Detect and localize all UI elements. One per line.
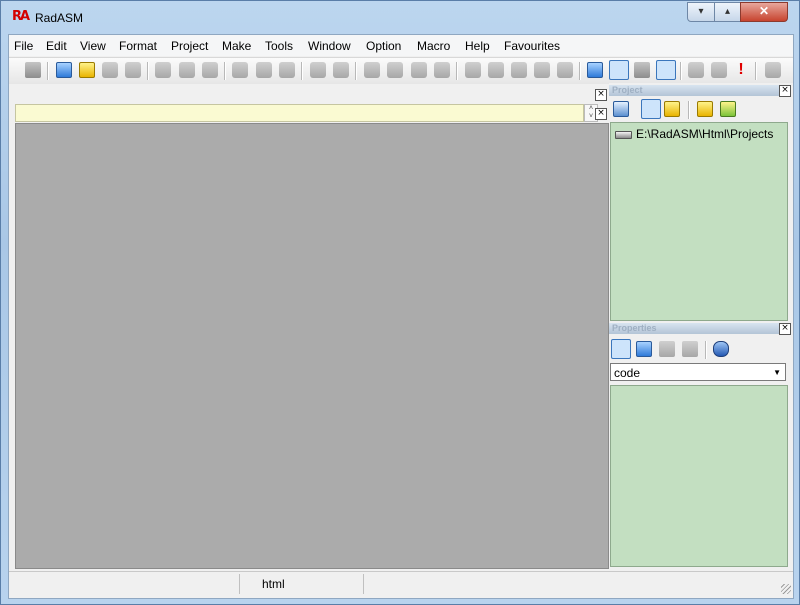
hint-bar xyxy=(15,104,584,122)
file-browser-icon[interactable] xyxy=(641,99,661,119)
properties-type-select[interactable]: code ▼ xyxy=(610,363,786,381)
structure-properties-icon[interactable] xyxy=(659,341,675,357)
menu-edit[interactable]: Edit xyxy=(46,39,67,53)
mdi-client-area[interactable] xyxy=(15,123,609,569)
toolbar-separator xyxy=(147,62,149,80)
redo-icon[interactable] xyxy=(256,62,272,78)
panel-separator xyxy=(705,341,707,359)
open-file-icon[interactable] xyxy=(79,62,95,78)
menu-bar: File Edit View Format Project Make Tools… xyxy=(9,35,793,56)
project-tree[interactable]: E:\RadASM\Html\Projects xyxy=(610,122,788,321)
run-icon[interactable]: ! xyxy=(733,62,749,78)
paste-icon[interactable] xyxy=(202,62,218,78)
uncomment-icon[interactable] xyxy=(557,62,573,78)
properties-list[interactable] xyxy=(610,385,788,567)
bookmark-clear-icon[interactable] xyxy=(434,62,450,78)
tree-item-path: E:\RadASM\Html\Projects xyxy=(636,127,774,141)
spin-down-icon[interactable]: ˅ xyxy=(589,113,593,120)
code-properties-icon[interactable] xyxy=(611,339,631,359)
properties-icon[interactable] xyxy=(609,60,629,80)
indent-icon[interactable] xyxy=(488,62,504,78)
save-all-icon[interactable] xyxy=(125,62,141,78)
minimize-button[interactable]: ▾ xyxy=(687,2,715,22)
tools-icon[interactable] xyxy=(634,62,650,78)
right-panel: Project × E:\RadASM\Html\Projects Proper… xyxy=(609,83,793,567)
properties-panel-close-icon[interactable]: × xyxy=(779,323,791,335)
menu-favourites[interactable]: Favourites xyxy=(504,39,560,53)
app-window: RA RadASM ▾ ▴ ✕ File Edit View Format Pr… xyxy=(0,0,800,605)
tree-item-root[interactable]: E:\RadASM\Html\Projects xyxy=(615,127,773,141)
toolbar-separator xyxy=(755,62,757,80)
assemble-icon[interactable] xyxy=(688,62,704,78)
delete-icon[interactable] xyxy=(279,62,295,78)
find-icon[interactable] xyxy=(310,62,326,78)
resize-grip-icon[interactable] xyxy=(781,584,791,594)
exit-icon[interactable] xyxy=(765,62,781,78)
panel-separator xyxy=(688,101,690,119)
toolbar-separator xyxy=(355,62,357,80)
cut-icon[interactable] xyxy=(155,62,171,78)
bookmark-next-icon[interactable] xyxy=(387,62,403,78)
project-panel-caption[interactable]: Project xyxy=(609,85,782,96)
status-cell-position xyxy=(9,574,240,594)
menu-make[interactable]: Make xyxy=(222,39,251,53)
replace-icon[interactable] xyxy=(333,62,349,78)
menu-window[interactable]: Window xyxy=(308,39,351,53)
outdent-icon[interactable] xyxy=(511,62,527,78)
bookmark-prev-icon[interactable] xyxy=(411,62,427,78)
comment-icon[interactable] xyxy=(534,62,550,78)
title-bar[interactable]: RA RadASM ▾ ▴ ✕ xyxy=(1,1,799,33)
save-icon[interactable] xyxy=(102,62,118,78)
project-panel-close-icon[interactable]: × xyxy=(779,85,791,97)
chevron-down-icon[interactable]: ▼ xyxy=(773,364,781,382)
toolbar-separator xyxy=(680,62,682,80)
close-button[interactable]: ✕ xyxy=(740,2,788,22)
copy-icon[interactable] xyxy=(179,62,195,78)
hint-bar-close-icon[interactable]: × xyxy=(595,108,607,120)
bookmark-toggle-icon[interactable] xyxy=(364,62,380,78)
toolbar-separator xyxy=(579,62,581,80)
print-icon[interactable] xyxy=(25,62,41,78)
spin-up-icon[interactable]: ˄ xyxy=(589,105,593,112)
menu-help[interactable]: Help xyxy=(465,39,490,53)
toolbar-separator xyxy=(47,62,49,80)
data-properties-icon[interactable] xyxy=(636,341,652,357)
drive-icon xyxy=(615,130,632,139)
undo-icon[interactable] xyxy=(232,62,248,78)
refresh-icon[interactable] xyxy=(713,341,729,357)
tab-strip: × xyxy=(9,84,609,102)
radasm-logo-icon: RA xyxy=(12,9,30,24)
menu-option[interactable]: Option xyxy=(366,39,401,53)
menu-tools[interactable]: Tools xyxy=(265,39,293,53)
status-cell-filetype: html xyxy=(240,574,364,594)
link-icon[interactable] xyxy=(711,62,727,78)
toolbar-separator xyxy=(456,62,458,80)
block-copy-icon[interactable] xyxy=(465,62,481,78)
macro-properties-icon[interactable] xyxy=(682,341,698,357)
main-toolbar: ! xyxy=(9,57,793,85)
project-view-icon[interactable] xyxy=(613,101,629,117)
menu-file[interactable]: File xyxy=(14,39,33,53)
menu-format[interactable]: Format xyxy=(119,39,157,53)
folder-up-icon[interactable] xyxy=(697,101,713,117)
menu-macro[interactable]: Macro xyxy=(417,39,450,53)
project-browser-icon[interactable] xyxy=(587,62,603,78)
open-project-icon[interactable] xyxy=(664,101,680,117)
tab-strip-close-icon[interactable]: × xyxy=(595,89,607,101)
window-title: RadASM xyxy=(35,11,84,25)
status-bar: html xyxy=(9,571,793,596)
toolbar-separator xyxy=(301,62,303,80)
menu-project[interactable]: Project xyxy=(171,39,208,53)
menu-view[interactable]: View xyxy=(80,39,106,53)
properties-panel-caption[interactable]: Properties xyxy=(609,323,782,334)
toolbar-separator xyxy=(224,62,226,80)
client-area: File Edit View Format Project Make Tools… xyxy=(8,34,794,599)
maximize-button[interactable]: ▴ xyxy=(714,2,741,22)
folder-forward-icon[interactable] xyxy=(720,101,736,117)
new-file-icon[interactable] xyxy=(56,62,72,78)
output-icon[interactable] xyxy=(656,60,676,80)
properties-type-value: code xyxy=(614,366,641,380)
